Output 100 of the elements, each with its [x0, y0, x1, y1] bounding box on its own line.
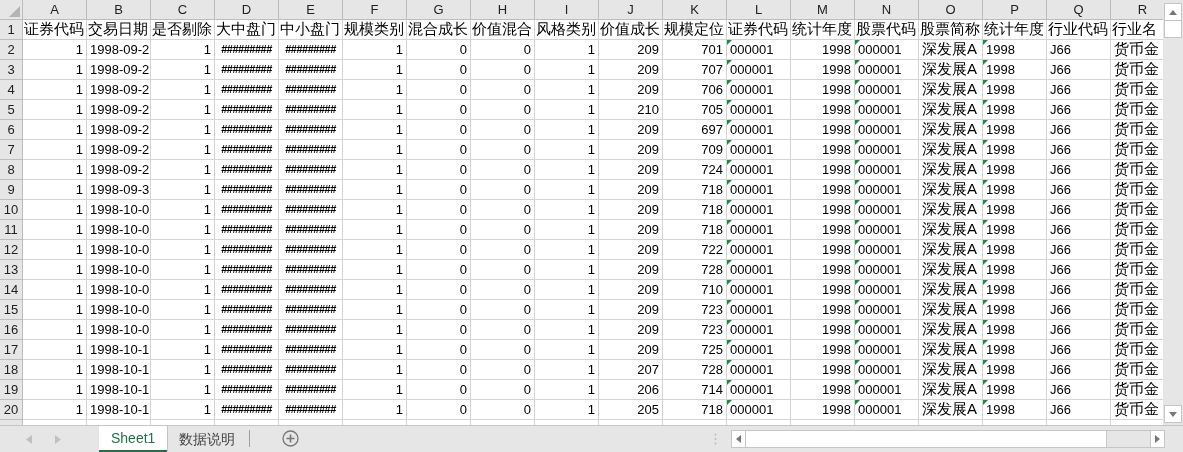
table-cell[interactable]: 000001 — [727, 340, 791, 360]
table-cell[interactable]: 718 — [663, 220, 727, 240]
table-cell[interactable]: 1998-10-1 — [87, 380, 151, 400]
table-cell[interactable]: 1 — [535, 220, 599, 240]
table-cell[interactable]: 0 — [407, 260, 471, 280]
table-cell[interactable]: 1 — [23, 60, 87, 80]
table-cell[interactable]: 1998 — [791, 120, 855, 140]
table-cell[interactable]: 1998 — [791, 200, 855, 220]
table-cell[interactable]: 1998 — [791, 280, 855, 300]
table-cell[interactable]: 1 — [23, 200, 87, 220]
table-cell[interactable]: 000001 — [727, 120, 791, 140]
table-cell[interactable]: 深发展A — [919, 180, 983, 200]
table-cell[interactable]: 0 — [471, 320, 535, 340]
horizontal-scrollbar[interactable] — [731, 430, 1166, 448]
header-cell[interactable]: 大中盘门 — [215, 20, 279, 40]
table-cell[interactable]: 000001 — [727, 240, 791, 260]
table-cell[interactable]: 209 — [599, 200, 663, 220]
table-cell[interactable]: 0 — [471, 220, 535, 240]
table-cell[interactable]: 深发展A — [919, 80, 983, 100]
table-cell[interactable]: 000001 — [855, 60, 919, 80]
table-cell[interactable]: 709 — [663, 140, 727, 160]
table-cell[interactable]: 1 — [343, 40, 407, 60]
table-cell[interactable]: 1998-10-0 — [87, 260, 151, 280]
table-cell[interactable]: 1 — [151, 300, 215, 320]
table-cell[interactable]: 000001 — [727, 140, 791, 160]
column-header[interactable]: H — [471, 0, 535, 20]
table-cell[interactable]: 1998 — [983, 240, 1047, 260]
table-cell[interactable]: 0 — [471, 80, 535, 100]
table-cell[interactable]: 000001 — [855, 140, 919, 160]
table-cell[interactable]: 1998 — [791, 240, 855, 260]
table-cell[interactable]: 209 — [599, 260, 663, 280]
table-cell[interactable]: 000001 — [727, 380, 791, 400]
table-cell[interactable]: 722 — [663, 240, 727, 260]
table-cell[interactable]: 0 — [471, 300, 535, 320]
column-header[interactable]: O — [919, 0, 983, 20]
table-cell[interactable]: 1 — [23, 120, 87, 140]
table-cell[interactable]: 1998-10-0 — [87, 240, 151, 260]
table-cell[interactable]: 0 — [407, 100, 471, 120]
table-cell[interactable]: 209 — [599, 340, 663, 360]
table-cell[interactable]: 707 — [663, 60, 727, 80]
header-cell[interactable]: 证券代码 — [23, 20, 87, 40]
table-cell[interactable]: 1 — [343, 160, 407, 180]
row-header[interactable]: 5 — [0, 100, 23, 120]
table-cell[interactable]: ######### — [279, 300, 343, 320]
table-cell[interactable]: 000001 — [727, 40, 791, 60]
table-cell[interactable]: 1 — [151, 200, 215, 220]
table-cell[interactable]: 深发展A — [919, 260, 983, 280]
table-cell[interactable]: 209 — [599, 300, 663, 320]
table-cell[interactable]: 1998 — [791, 300, 855, 320]
table-cell[interactable]: 1998 — [791, 140, 855, 160]
header-cell[interactable]: 交易日期 — [87, 20, 151, 40]
table-cell[interactable]: 1998-10-1 — [87, 400, 151, 420]
table-cell[interactable]: 210 — [599, 100, 663, 120]
table-cell[interactable]: 1998 — [791, 60, 855, 80]
sheet-tab[interactable]: 数据说明 — [167, 426, 248, 452]
column-header[interactable]: L — [727, 0, 791, 20]
table-cell[interactable]: 000001 — [855, 80, 919, 100]
table-cell[interactable]: 深发展A — [919, 380, 983, 400]
table-cell[interactable]: 1998 — [791, 260, 855, 280]
row-header[interactable]: 11 — [0, 220, 23, 240]
column-header[interactable]: F — [343, 0, 407, 20]
table-cell[interactable]: 000001 — [727, 200, 791, 220]
row-header[interactable]: 9 — [0, 180, 23, 200]
table-cell[interactable]: ######### — [279, 60, 343, 80]
table-cell[interactable]: 深发展A — [919, 400, 983, 420]
table-cell[interactable]: 205 — [599, 400, 663, 420]
table-cell[interactable]: 0 — [407, 40, 471, 60]
table-cell[interactable]: 1 — [535, 120, 599, 140]
table-cell[interactable]: 718 — [663, 180, 727, 200]
table-cell[interactable]: 0 — [471, 400, 535, 420]
table-cell[interactable]: 0 — [407, 160, 471, 180]
table-cell[interactable]: 1998 — [983, 200, 1047, 220]
table-cell[interactable]: J66 — [1047, 200, 1111, 220]
table-cell[interactable]: 1 — [23, 320, 87, 340]
table-cell[interactable]: 深发展A — [919, 220, 983, 240]
header-cell[interactable]: 证券代码 — [727, 20, 791, 40]
table-cell[interactable]: J66 — [1047, 260, 1111, 280]
table-cell[interactable]: J66 — [1047, 120, 1111, 140]
table-cell[interactable]: 1998-10-1 — [87, 360, 151, 380]
table-cell[interactable]: 000001 — [855, 160, 919, 180]
table-cell[interactable]: 000001 — [855, 120, 919, 140]
header-cell[interactable]: 行业代码 — [1047, 20, 1111, 40]
table-cell[interactable]: ######### — [279, 320, 343, 340]
table-cell[interactable]: ######### — [215, 80, 279, 100]
table-cell[interactable]: ######### — [279, 200, 343, 220]
table-cell[interactable]: ######### — [279, 180, 343, 200]
column-header[interactable]: N — [855, 0, 919, 20]
column-header[interactable]: R — [1111, 0, 1163, 20]
table-cell[interactable]: 718 — [663, 400, 727, 420]
scroll-left-button[interactable] — [732, 431, 747, 447]
row-header[interactable]: 8 — [0, 160, 23, 180]
table-cell[interactable]: J66 — [1047, 60, 1111, 80]
table-cell[interactable]: J66 — [1047, 300, 1111, 320]
table-cell[interactable]: 1998 — [983, 180, 1047, 200]
scroll-right-icon[interactable] — [55, 435, 61, 444]
header-cell[interactable]: 规模类别 — [343, 20, 407, 40]
table-cell[interactable]: 209 — [599, 40, 663, 60]
table-cell[interactable]: ######### — [279, 80, 343, 100]
scroll-thumb[interactable] — [746, 431, 1108, 447]
table-cell[interactable]: 1998 — [983, 80, 1047, 100]
